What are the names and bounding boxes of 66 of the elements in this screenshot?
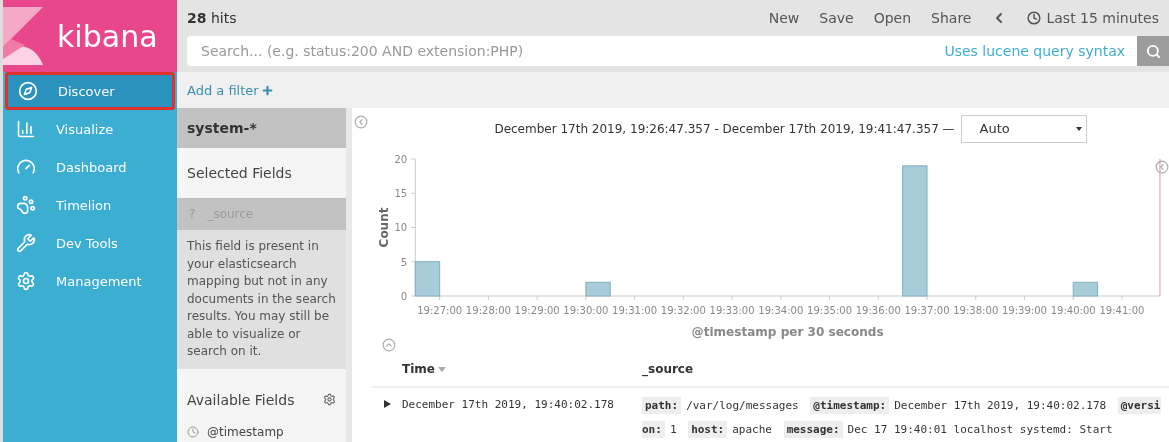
clock-icon <box>1027 11 1042 25</box>
histogram-bar[interactable] <box>414 261 441 297</box>
x-tick-label: 19:40:00 <box>1050 305 1096 316</box>
search-button[interactable] <box>1137 36 1169 66</box>
expand-caret-icon[interactable] <box>383 400 391 408</box>
column-header[interactable]: _source <box>642 362 694 376</box>
settings-icon[interactable] <box>323 393 336 406</box>
plus-icon <box>260 83 274 97</box>
y-tick-label: 10 <box>394 222 408 234</box>
available-fields-title: Available Fields <box>187 391 295 408</box>
sort-caret-icon <box>437 366 446 372</box>
gauge-icon <box>16 157 36 177</box>
kibana-logo-icon <box>3 7 43 65</box>
menu-link[interactable]: Open <box>873 10 912 26</box>
y-tick-label: 20 <box>394 154 408 165</box>
selected-fields-title: Selected Fields <box>187 165 292 181</box>
x-tick-label: 19:33:00 <box>709 305 755 316</box>
histogram-bar[interactable] <box>585 281 611 297</box>
histogram-bar[interactable] <box>1072 281 1099 297</box>
index-pattern-title[interactable]: system-* <box>177 108 346 148</box>
x-tick-label: 19:36:00 <box>855 305 901 316</box>
menu-link[interactable]: Save <box>819 10 854 26</box>
x-tick-label: 19:37:00 <box>904 305 950 316</box>
add-filter-link[interactable]: Add a filter <box>187 82 274 98</box>
column-header[interactable]: Time <box>402 362 642 376</box>
collapse-left-icon[interactable] <box>1155 160 1169 174</box>
x-tick-label: 19:31:00 <box>612 305 658 316</box>
field-name[interactable]: @timestamp <box>207 424 284 439</box>
bar-chart-icon <box>16 119 36 139</box>
x-tick-label: 19:32:00 <box>660 305 706 316</box>
kibana-logo-text: kibana <box>57 18 158 54</box>
time-range-text: December 17th 2019, 19:26:47.357 - December 17th 2019, 19:41:47.357 — <box>494 121 955 136</box>
hits-count: 28 hits <box>187 10 238 26</box>
paw-icon <box>16 195 36 215</box>
collapse-left-icon[interactable] <box>354 115 368 129</box>
wrench-icon <box>16 233 36 253</box>
field-type-glyph: ? <box>189 207 196 221</box>
x-tick-label: 19:30:00 <box>563 305 609 316</box>
compass-icon <box>18 81 38 101</box>
field-hint-text: This field is present in your elasticsearch mapping but not in any documents in the search results. You may still be able to visualize or search on it. <box>177 230 346 369</box>
sidebar-item[interactable]: Discover <box>5 72 175 110</box>
clock-icon <box>187 425 199 438</box>
x-tick-label: 19:38:00 <box>953 305 999 316</box>
y-tick-label: 0 <box>400 291 408 302</box>
x-tick-label: 19:41:00 <box>1099 305 1145 316</box>
x-tick-label: 19:34:00 <box>758 305 804 316</box>
x-tick-label: 19:35:00 <box>807 305 853 316</box>
x-tick-label: 19:27:00 <box>417 305 463 316</box>
interval-select[interactable]: Auto <box>960 114 1087 143</box>
time-picker-link[interactable]: Last 15 minutes <box>1027 10 1159 26</box>
time-cell-text: December 17th 2019, 19:40:02.178 <box>402 397 615 413</box>
x-axis-title: @timestamp per 30 seconds <box>691 325 884 339</box>
y-tick-label: 15 <box>394 188 408 200</box>
y-axis-title: Count <box>377 207 392 248</box>
source-cell-text: path: /var/log/messages @timestamp: December 17th 2019, 19:40:02.178 @version: 1 host: apache message: Dec 17 19:40:01 localhost systemd: Start <box>642 396 1162 440</box>
histogram-bar[interactable] <box>902 165 928 297</box>
x-tick-label: 19:29:00 <box>514 305 560 316</box>
x-tick-label: 19:28:00 <box>465 305 511 316</box>
x-tick-label: 19:39:00 <box>1001 305 1047 316</box>
menu-link[interactable]: New <box>768 10 800 26</box>
collapse-up-icon[interactable] <box>382 338 396 352</box>
menu-link[interactable]: Share <box>931 10 972 26</box>
caret-icon <box>1075 125 1082 132</box>
search-icon <box>1145 43 1161 59</box>
y-tick-label: 5 <box>400 256 408 268</box>
settings-icon <box>16 271 36 291</box>
